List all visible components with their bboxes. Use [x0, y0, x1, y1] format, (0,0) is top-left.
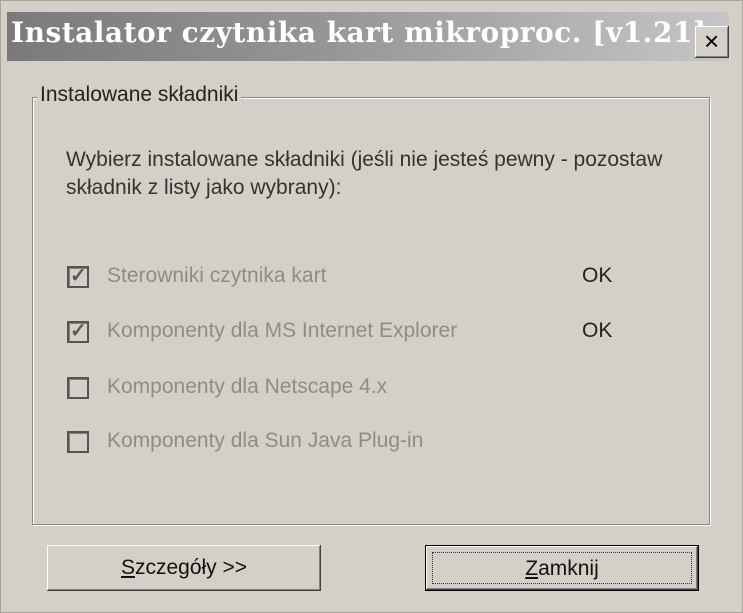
groupbox-legend: Instalowane składniki — [37, 83, 242, 107]
checkbox[interactable]: ✓ — [67, 265, 89, 288]
window-title: Instalator czytnika kart mikroproc. [v1.… — [11, 16, 707, 49]
details-button[interactable]: Szczegóły >> — [47, 545, 321, 591]
title-bar[interactable]: Instalator czytnika kart mikroproc. [v1.… — [7, 12, 729, 61]
component-label: Komponenty dla MS Internet Explorer — [107, 319, 458, 342]
close-window-button[interactable]: × — [695, 26, 729, 58]
component-label: Komponenty dla Sun Java Plug-in — [107, 429, 424, 452]
details-label: zczegóły >> — [134, 556, 248, 579]
instructions-text: Wybierz instalowane składniki (jeśli nie… — [66, 148, 663, 199]
component-label: Sterowniki czytnika kart — [107, 264, 327, 287]
close-icon[interactable]: × — [704, 26, 719, 57]
check-mark-icon: ✓ — [70, 320, 87, 342]
close-button[interactable]: Zamknij — [425, 545, 699, 591]
installer-window: Instalator czytnika kart mikroproc. [v1.… — [0, 0, 743, 613]
details-hotkey: S — [120, 556, 135, 579]
component-label: Komponenty dla Netscape 4.x — [107, 375, 388, 398]
check-mark-icon: ✓ — [70, 265, 87, 287]
component-status: OK — [582, 264, 613, 287]
focus-rect — [432, 552, 692, 584]
checkbox[interactable] — [67, 377, 89, 399]
component-status: OK — [582, 319, 613, 342]
checkbox[interactable] — [67, 431, 89, 453]
checkbox[interactable]: ✓ — [67, 320, 89, 343]
